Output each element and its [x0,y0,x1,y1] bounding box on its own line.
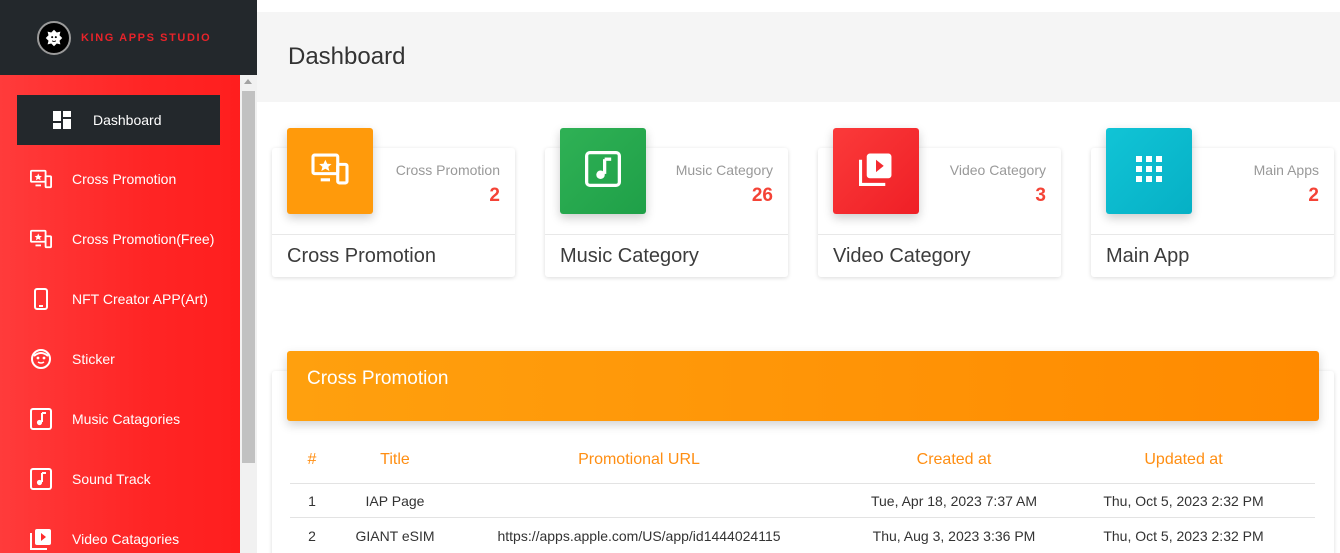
cell-title: GIANT eSIM [355,527,435,544]
video-library-icon [30,528,52,550]
page-header: Dashboard [257,12,1340,102]
table-row[interactable]: 2 GIANT eSIM https://apps.apple.com/US/a… [290,519,1315,552]
card-category: Cross Promotion [395,162,500,178]
sidebar-item-label: Music Catagories [72,411,181,427]
brand-name: KING APPS STUDIO [81,31,212,44]
monitor-star-icon [30,168,52,190]
card-divider [272,234,515,235]
sidebar-item-dashboard[interactable]: Dashboard [17,95,220,145]
card-tile [833,128,919,214]
brand-bar[interactable]: KING APPS STUDIO [0,0,257,75]
scroll-thumb[interactable] [242,91,255,463]
column-header[interactable]: Created at [822,451,1086,469]
stat-card-video-category[interactable]: Video Category 3 Video Category [818,128,1061,277]
sidebar-item-sticker[interactable]: Sticker [0,334,240,384]
music-note-icon [30,468,52,490]
lion-logo-icon [37,20,71,55]
card-category: Video Category [949,162,1046,178]
sidebar-item-cross-promotion-free[interactable]: Cross Promotion(Free) [0,214,240,264]
card-tile [1106,128,1192,214]
app-root: KING APPS STUDIO Dashboard Cross Promoti… [0,0,1340,553]
video-library-icon [859,152,893,191]
card-footer: Video Category [833,245,971,267]
cell-created: Tue, Apr 18, 2023 7:37 AM [870,493,1038,509]
card-divider [818,234,1061,235]
card-footer: Main App [1106,245,1190,267]
card-divider [545,234,788,235]
column-header[interactable]: Title [334,451,456,469]
sidebar: KING APPS STUDIO Dashboard Cross Promoti… [0,0,257,553]
cell-index: 2 [308,527,316,544]
sidebar-item-label: Cross Promotion [72,171,177,187]
sidebar-item-video-catagories[interactable]: Video Catagories [0,514,240,553]
card-footer: Cross Promotion [287,245,436,267]
card-count: 2 [489,185,500,206]
card-divider [1091,234,1334,235]
scroll-up-arrow-icon[interactable] [244,79,252,84]
smartphone-icon [30,288,52,310]
column-header[interactable]: # [290,451,334,469]
cell-url[interactable]: https://apps.apple.com/US/app/id14440241… [456,528,822,544]
sidebar-scrollbar[interactable] [240,75,257,553]
sidebar-item-sound-track[interactable]: Sound Track [0,454,240,504]
music-note-icon [585,150,621,192]
sidebar-item-label: Dashboard [93,112,162,128]
column-header[interactable]: Updated at [1086,451,1281,469]
apps-grid-icon [1136,155,1162,187]
card-count: 3 [1035,185,1046,206]
cell-created: Thu, Aug 3, 2023 3:36 PM [872,527,1036,544]
sidebar-item-cross-promotion[interactable]: Cross Promotion [0,154,240,204]
sidebar-item-nft-creator[interactable]: NFT Creator APP(Art) [0,274,240,324]
cell-updated: Thu, Oct 5, 2023 2:32 PM [1103,527,1264,544]
card-count: 26 [751,185,773,206]
sidebar-item-label: Cross Promotion(Free) [72,231,215,247]
stat-card-music-category[interactable]: Music Category 26 Music Category [545,128,788,277]
sidebar-item-label: Sticker [72,351,115,367]
sidebar-item-music-catagories[interactable]: Music Catagories [0,394,240,444]
card-category: Music Category [675,162,773,178]
page-title: Dashboard [288,43,406,70]
cell-updated: Thu, Oct 5, 2023 2:32 PM [1103,493,1264,509]
stat-card-main-apps[interactable]: Main Apps 2 Main App [1091,128,1334,277]
card-count: 2 [1308,185,1319,206]
dashboard-icon [51,109,73,131]
sidebar-menu: Dashboard Cross Promotion Cross Promotio… [0,75,240,553]
card-tile [560,128,646,214]
sidebar-item-label: Sound Track [72,471,151,487]
card-category: Main Apps [1253,162,1319,178]
card-footer: Music Category [560,245,699,267]
monitor-star-icon [30,228,52,250]
face-icon [30,348,52,370]
cell-index: 1 [308,493,316,509]
sidebar-item-label: Video Catagories [72,531,180,547]
panel-title: Cross Promotion [287,351,1319,421]
table-row[interactable]: 1 IAP Page Tue, Apr 18, 2023 7:37 AM Thu… [290,485,1315,518]
table-header-row: # Title Promotional URL Created at Updat… [290,437,1315,484]
card-tile [287,128,373,214]
column-header[interactable]: Promotional URL [456,451,822,469]
cell-title: IAP Page [365,493,425,509]
monitor-star-icon [310,152,350,191]
sidebar-item-label: NFT Creator APP(Art) [72,291,208,307]
music-note-icon [30,408,52,430]
stat-card-cross-promotion[interactable]: Cross Promotion 2 Cross Promotion [272,128,515,277]
